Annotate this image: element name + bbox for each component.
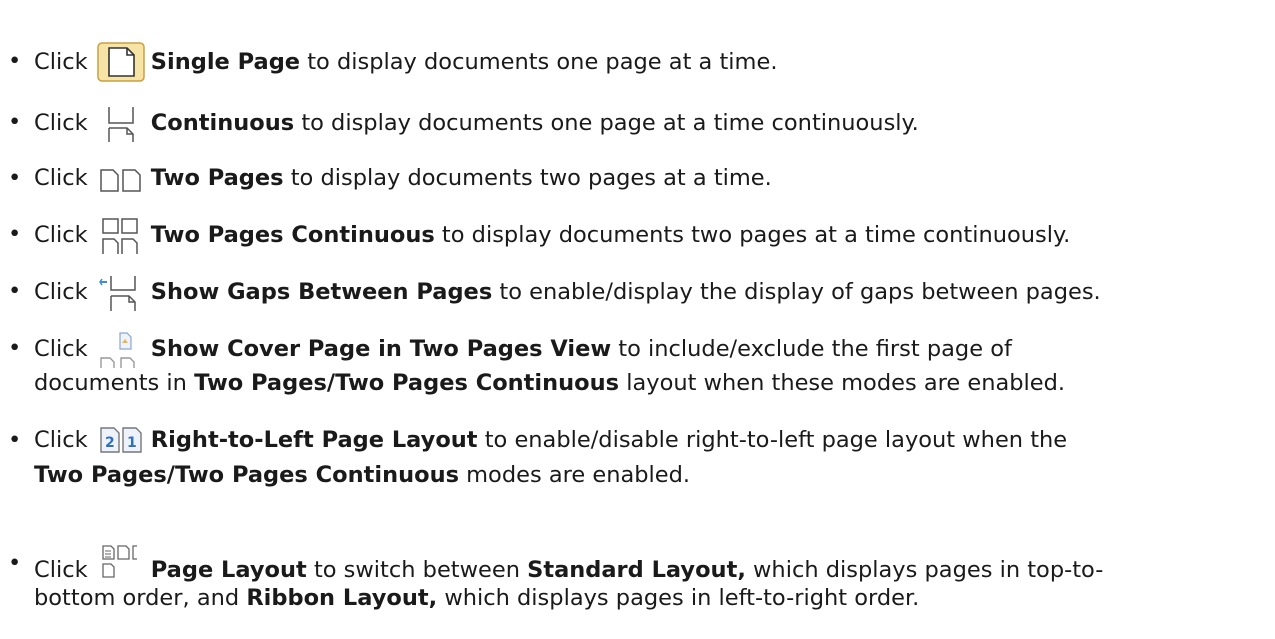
item-description: to include/exclude the first page of (618, 336, 1012, 362)
cover-page-icon (97, 331, 145, 368)
item-description: to display documents two pages at a time… (290, 165, 772, 191)
item-description: to enable/display the display of gaps be… (499, 279, 1101, 305)
item-label: Two Pages Continuous (150, 222, 435, 248)
item-description: to switch between (313, 557, 520, 583)
item-description: to enable/disable right-to-left page lay… (484, 427, 1068, 453)
svg-text:2: 2 (105, 435, 115, 451)
click-text: Click (34, 427, 88, 453)
item-label: Single Page (150, 49, 301, 75)
item-description-tail: which displays pages in left-to-right or… (444, 585, 920, 611)
item-label: Right-to-Left Page Layout (150, 427, 478, 453)
bullet: • (8, 109, 22, 135)
right-to-left-icon: 2 1 (97, 424, 145, 458)
page-layout-icon (97, 544, 145, 586)
bullet: • (8, 427, 22, 453)
mode-name: Two Pages/Two Pages Continuous (34, 462, 459, 488)
item-description: to display documents one page at a time … (301, 110, 919, 136)
item-label: Two Pages (150, 165, 284, 191)
item-description-tail: modes are enabled. (466, 462, 691, 488)
continuous-icon (97, 105, 145, 142)
item-label: Show Gaps Between Pages (150, 279, 493, 305)
click-text: Click (34, 110, 88, 136)
layout-name: Ribbon Layout, (246, 585, 438, 611)
click-text: Click (34, 336, 88, 362)
item-description-continued: documents in (34, 370, 187, 396)
two-pages-continuous-icon (97, 217, 145, 254)
click-text: Click (34, 557, 88, 583)
bullet: • (8, 550, 22, 576)
bullet: • (8, 165, 22, 191)
item-description: to display documents two pages at a time… (441, 222, 1071, 248)
item-description: to display documents one page at a time. (307, 49, 778, 75)
item-description-tail: layout when these modes are enabled. (626, 370, 1066, 396)
click-text: Click (34, 165, 88, 191)
bullet: • (8, 278, 22, 304)
click-text: Click (34, 222, 88, 248)
click-text: Click (34, 279, 88, 305)
view-layout-list: • Click Single Page to display documents… (0, 0, 1275, 639)
item-description-more: which displays pages in top-to- (753, 557, 1104, 583)
item-description-continued: bottom order, and (34, 585, 240, 611)
two-pages-icon (97, 166, 145, 196)
show-gaps-icon (97, 274, 145, 311)
layout-name: Standard Layout, (527, 557, 746, 583)
item-label: Continuous (150, 110, 295, 136)
click-text: Click (34, 49, 88, 75)
item-label: Show Cover Page in Two Pages View (150, 336, 612, 362)
bullet: • (8, 221, 22, 247)
bullet: • (8, 48, 22, 74)
mode-name: Two Pages/Two Pages Continuous (194, 370, 620, 396)
item-label: Page Layout (150, 557, 307, 583)
svg-text:1: 1 (127, 435, 137, 451)
single-page-icon (97, 42, 145, 82)
bullet: • (8, 335, 22, 361)
